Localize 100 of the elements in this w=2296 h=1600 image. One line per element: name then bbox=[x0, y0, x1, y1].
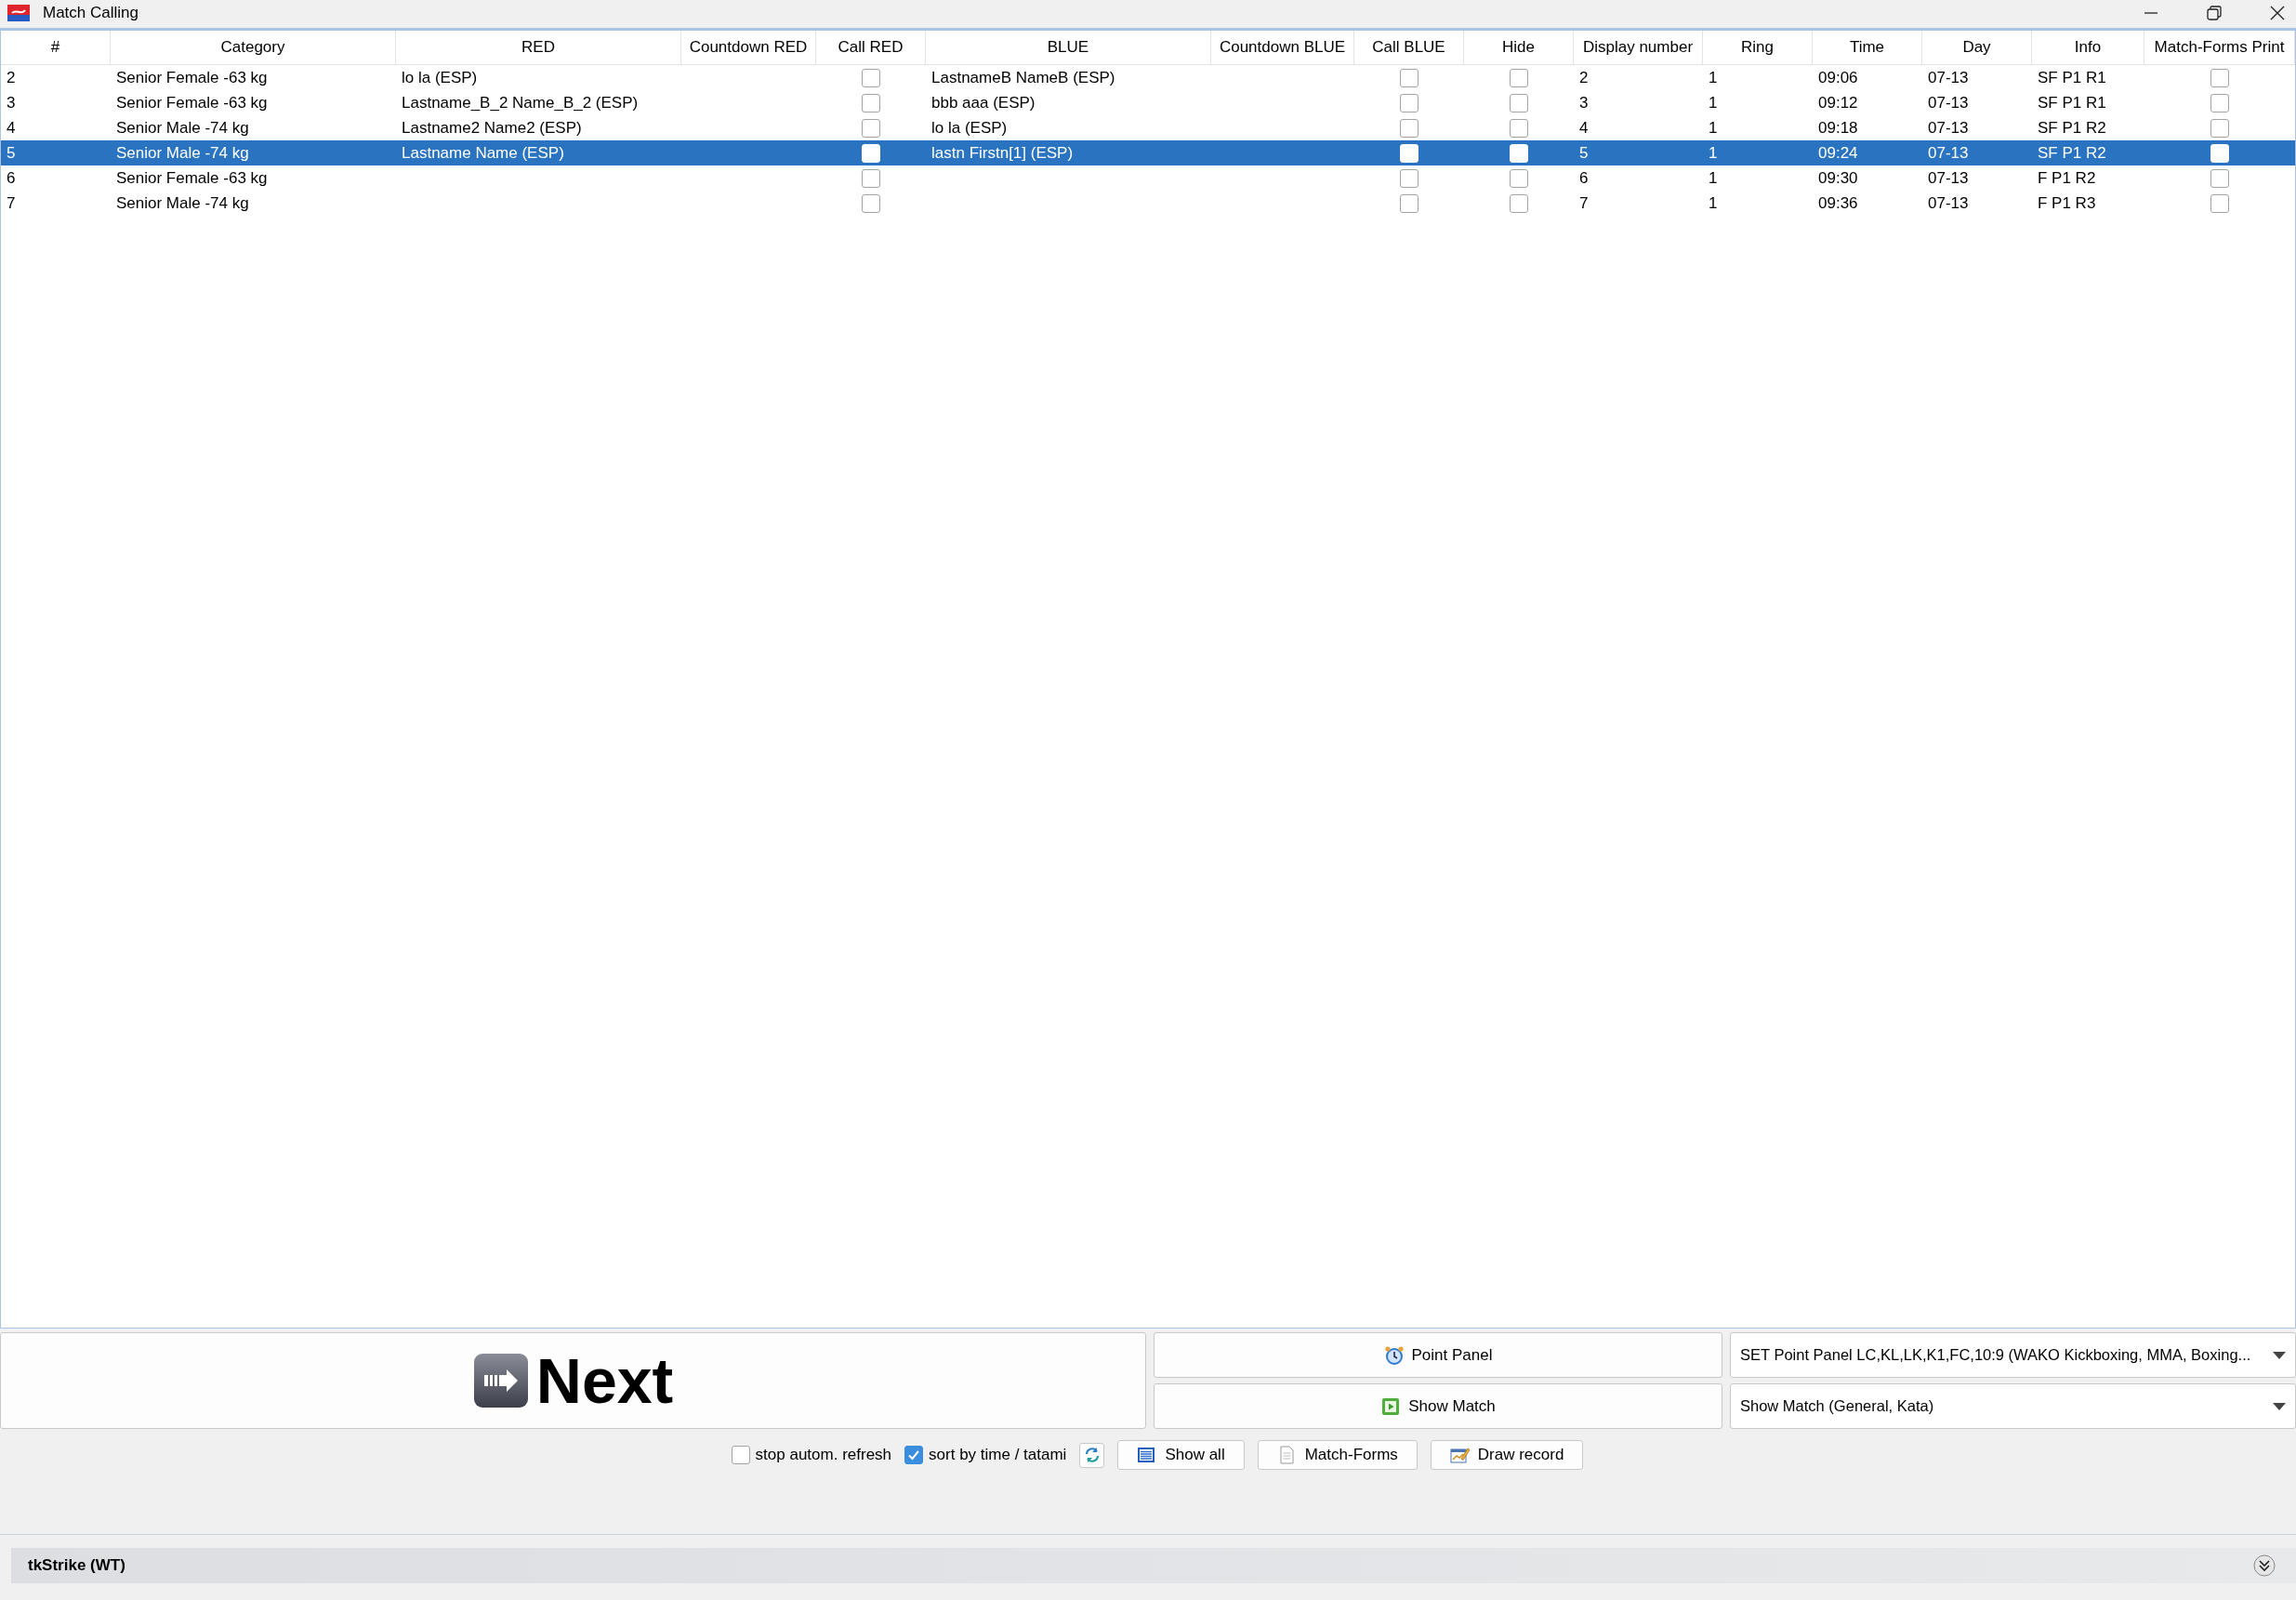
column-header[interactable]: Category bbox=[111, 31, 396, 64]
column-header[interactable]: Day bbox=[1922, 31, 2032, 64]
table-cell-text: F P1 R3 bbox=[2037, 192, 2097, 214]
table-cell-text: 4 bbox=[6, 117, 17, 139]
window-title: Match Calling bbox=[43, 4, 139, 22]
table-cell-text: lastn Firstn[1] (ESP) bbox=[930, 142, 1075, 164]
checkbox-label[interactable]: stop autom. refresh bbox=[755, 1446, 892, 1464]
table-cell-text: LastnameB NameB (ESP) bbox=[930, 67, 1116, 88]
checkbox[interactable] bbox=[862, 93, 880, 112]
checkbox[interactable] bbox=[1510, 68, 1528, 87]
table-cell-text: 5 bbox=[6, 142, 17, 164]
table-row[interactable]: 6 Senior Female -63 kg 6 1 09:30 07-13 F P1 R2 bbox=[1, 165, 2295, 191]
table-cell-text: 07-13 bbox=[1927, 117, 1970, 139]
table-cell-text: 3 bbox=[1578, 92, 1590, 113]
checkbox[interactable] bbox=[2210, 93, 2229, 112]
checkbox[interactable] bbox=[1400, 118, 1419, 138]
column-header[interactable]: RED bbox=[396, 31, 681, 64]
column-header[interactable]: BLUE bbox=[926, 31, 1211, 64]
table-cell-text: 07-13 bbox=[1927, 67, 1970, 88]
table-cell-text: 09:24 bbox=[1817, 142, 1859, 164]
dropdown[interactable]: Show Match (General, Kata) bbox=[1730, 1383, 2296, 1429]
table-cell-text: 2 bbox=[6, 67, 17, 88]
dropdown[interactable]: SET Point Panel LC,KL,LK,K1,FC,10:9 (WAKO Kickboxing, MMA, Boxing... bbox=[1730, 1332, 2296, 1378]
checkbox[interactable] bbox=[2210, 168, 2229, 188]
column-header[interactable]: # bbox=[1, 31, 111, 64]
checkbox[interactable] bbox=[904, 1446, 924, 1464]
checkbox[interactable] bbox=[862, 193, 880, 213]
table-cell-text: F P1 R2 bbox=[2037, 167, 2097, 189]
table-row[interactable]: 4 Senior Male -74 kg Lastname2 Name2 (ESP) lo la (ESP) 4 1 09:18 07-13 SF P1 R2 bbox=[1, 115, 2295, 140]
checkbox[interactable] bbox=[731, 1446, 750, 1464]
alarm-clock-icon bbox=[1383, 1344, 1405, 1366]
table-cell-text: 09:30 bbox=[1817, 167, 1859, 189]
table-cell-text: 07-13 bbox=[1927, 192, 1970, 214]
column-header[interactable]: Display number bbox=[1574, 31, 1703, 64]
checkbox[interactable] bbox=[1510, 168, 1528, 188]
checkbox[interactable] bbox=[1510, 118, 1528, 138]
checkbox[interactable] bbox=[2210, 68, 2229, 87]
column-header[interactable]: Countdown RED bbox=[681, 31, 816, 64]
table-row[interactable]: 2 Senior Female -63 kg lo la (ESP) LastnameB NameB (ESP) 2 1 09:06 07-13 SF P1 R1 bbox=[1, 65, 2295, 90]
table-cell-text: 09:06 bbox=[1817, 67, 1859, 88]
column-header[interactable]: Time bbox=[1813, 31, 1922, 64]
close-icon[interactable] bbox=[2270, 6, 2285, 20]
table-row[interactable]: 7 Senior Male -74 kg 7 1 09:36 07-13 F P1 R3 bbox=[1, 191, 2295, 216]
column-header[interactable]: Call BLUE bbox=[1354, 31, 1464, 64]
column-header[interactable]: Match-Forms Print bbox=[2144, 31, 2295, 64]
next-button[interactable]: Next bbox=[0, 1332, 1146, 1429]
checkbox[interactable] bbox=[2210, 193, 2229, 213]
checkbox[interactable] bbox=[862, 118, 880, 138]
table-cell-text: Senior Female -63 kg bbox=[115, 67, 269, 88]
refresh-button[interactable] bbox=[1079, 1442, 1105, 1468]
column-header[interactable]: Countdown BLUE bbox=[1211, 31, 1354, 64]
checkbox[interactable] bbox=[1510, 93, 1528, 112]
table-cell-text: 07-13 bbox=[1927, 167, 1970, 189]
checkbox[interactable] bbox=[2210, 118, 2229, 138]
table-cell-text: Senior Female -63 kg bbox=[115, 92, 269, 113]
checkbox-label[interactable]: sort by time / tatami bbox=[929, 1446, 1067, 1464]
checkbox[interactable] bbox=[1400, 68, 1419, 87]
toolbar-button[interactable]: Draw record bbox=[1430, 1440, 1584, 1470]
checkbox[interactable] bbox=[862, 168, 880, 188]
checkbox[interactable] bbox=[1400, 168, 1419, 188]
table-cell-text: Lastname_B_2 Name_B_2 (ESP) bbox=[401, 92, 640, 113]
checkbox[interactable] bbox=[862, 68, 880, 87]
table-cell-text: 6 bbox=[1578, 167, 1590, 189]
table-cell-text: 07-13 bbox=[1927, 142, 1970, 164]
table-cell-text: 1 bbox=[1708, 192, 1719, 214]
table-cell-text: SF P1 R2 bbox=[2037, 117, 2107, 139]
toolbar-button[interactable]: Show all bbox=[1117, 1440, 1245, 1470]
column-header[interactable]: Info bbox=[2032, 31, 2144, 64]
column-header[interactable]: Ring bbox=[1703, 31, 1813, 64]
table-cell-text: 6 bbox=[6, 167, 17, 189]
status-title: tkStrike (WT) bbox=[28, 1556, 125, 1575]
table-cell-text: 2 bbox=[1578, 67, 1590, 88]
toolbar-button[interactable]: Match-Forms bbox=[1257, 1440, 1418, 1470]
table-cell-text: 5 bbox=[1578, 142, 1590, 164]
checkbox[interactable] bbox=[1400, 193, 1419, 213]
table-cell-text: Senior Male -74 kg bbox=[115, 192, 250, 214]
table-cell-text: 09:18 bbox=[1817, 117, 1859, 139]
app-logo-icon bbox=[7, 5, 30, 21]
table-cell-text: 4 bbox=[1578, 117, 1590, 139]
table-cell-text: 1 bbox=[1708, 167, 1719, 189]
table-cell-text: Senior Female -63 kg bbox=[115, 167, 269, 189]
checkmark-icon bbox=[907, 1448, 921, 1461]
show-match-button[interactable]: Show Match bbox=[1154, 1383, 1722, 1429]
table-cell-text: 1 bbox=[1708, 142, 1719, 164]
table-cell-text: SF P1 R2 bbox=[2037, 142, 2107, 164]
table-cell-text: lo la (ESP) bbox=[401, 67, 479, 88]
table-cell-text: 07-13 bbox=[1927, 92, 1970, 113]
checkbox[interactable] bbox=[1510, 193, 1528, 213]
table-cell-text: 09:36 bbox=[1817, 192, 1859, 214]
checkbox[interactable] bbox=[1400, 93, 1419, 112]
table-row[interactable]: 3 Senior Female -63 kg Lastname_B_2 Name_B_2 (ESP) bbb aaa (ESP) 3 1 09:12 07-13 SF P1 R1 bbox=[1, 90, 2295, 115]
table-cell-text: Senior Male -74 kg bbox=[115, 117, 250, 139]
table-cell-text: SF P1 R1 bbox=[2037, 67, 2107, 88]
column-header[interactable]: Call RED bbox=[816, 31, 926, 64]
restore-icon[interactable] bbox=[2207, 6, 2222, 20]
expand-icon[interactable] bbox=[2253, 1554, 2276, 1577]
point-panel-button[interactable]: Point Panel bbox=[1154, 1332, 1722, 1378]
table-cell-text: 7 bbox=[1578, 192, 1590, 214]
table-cell-text: 1 bbox=[1708, 67, 1719, 88]
column-header[interactable]: Hide bbox=[1464, 31, 1574, 64]
